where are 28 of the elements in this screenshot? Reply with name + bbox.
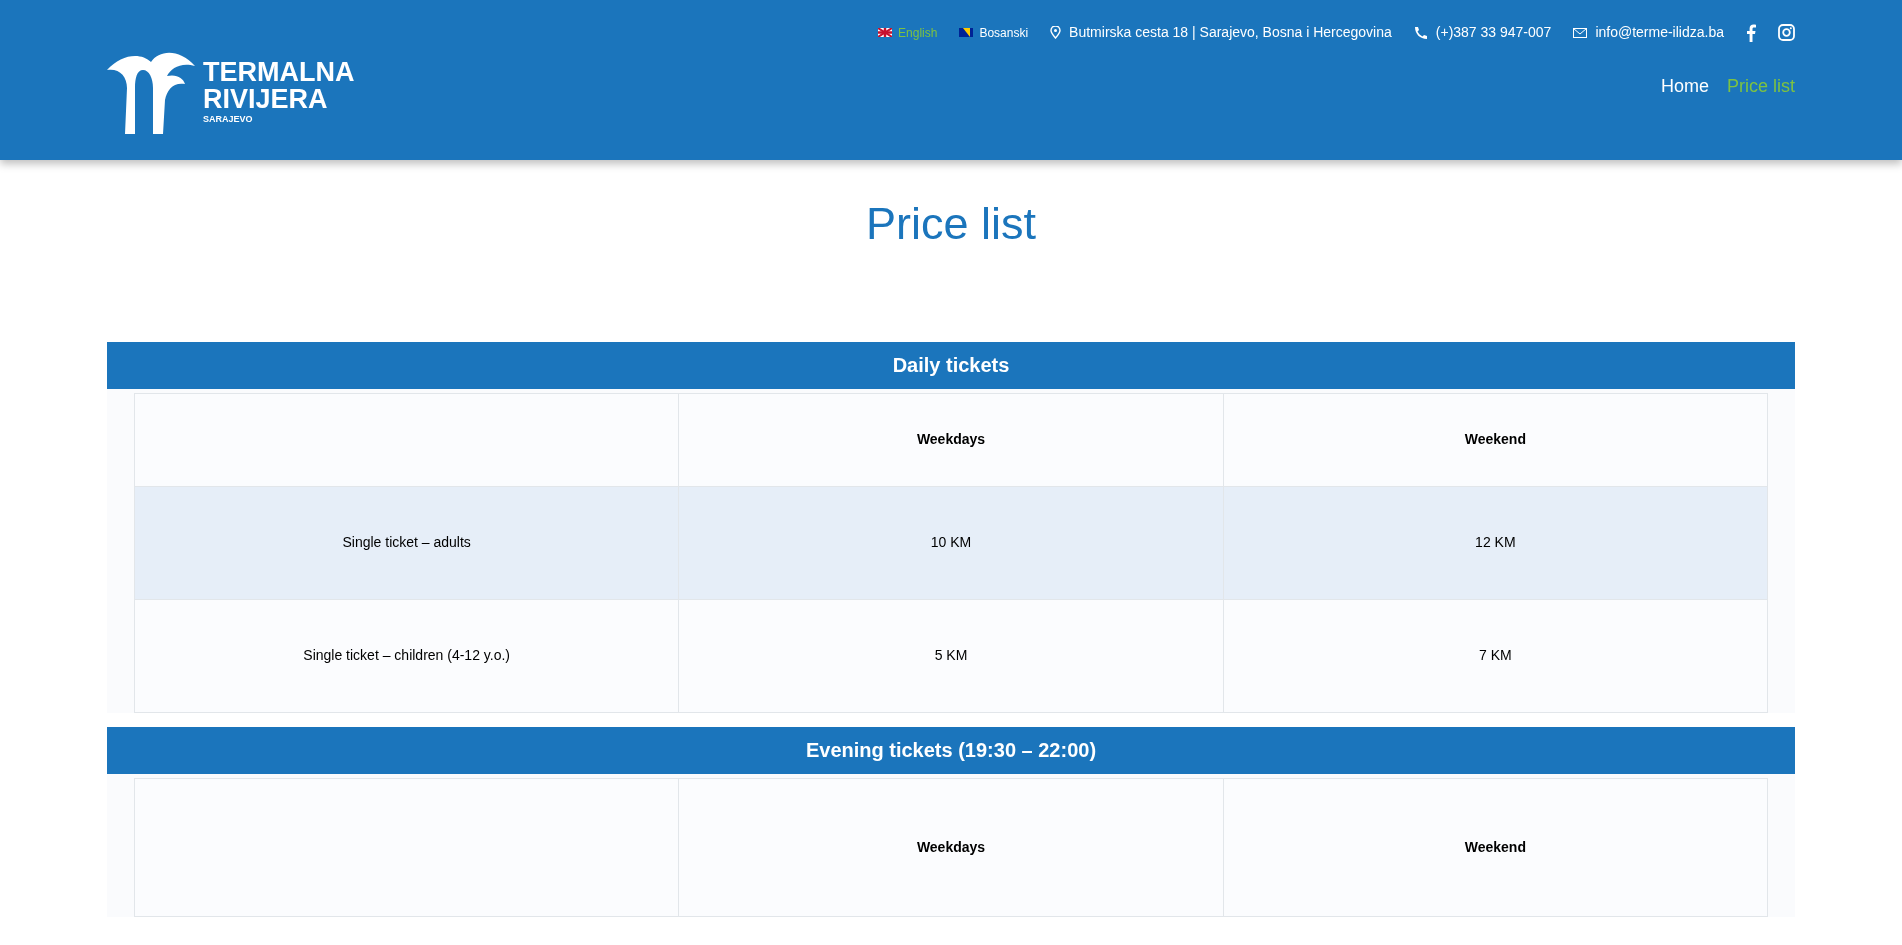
nav-link[interactable]: Home [1660,73,1709,100]
address-text: Butmirska cesta 18 | Sarajevo, Bosna i Hercegovina [1069,23,1392,42]
language-link[interactable]: Bosanski [959,23,1029,42]
flag-icon [959,28,974,37]
table-cell: 10 KM [678,486,1224,599]
column-header: Weekend [1223,778,1768,916]
table-cell: 7 KM [1223,599,1768,712]
table-cell: Single ticket – adults [134,486,679,599]
location-pin-icon [1050,26,1062,39]
logo-text: TERMALNA [203,58,355,86]
table-cell: 12 KM [1223,486,1768,599]
phone-icon [1413,25,1428,40]
column-header: Weekdays [678,778,1224,916]
phone-link[interactable]: (+)387 33 947-007 [1435,22,1552,43]
logo-text: SARAJEVO [203,114,254,124]
page-title: Price list [865,197,1037,251]
section-heading: Evening tickets (19:30 – 22:00) [107,726,1795,774]
envelope-icon [1573,27,1588,38]
facebook-icon[interactable] [1746,23,1756,42]
instagram-icon[interactable] [1778,24,1795,41]
email-link[interactable]: info@terme-ilidza.ba [1595,22,1724,43]
logo-text: RIVIJERA [203,85,329,113]
column-header: Weekdays [678,393,1224,486]
table-cell: 5 KM [678,599,1224,712]
flag-icon [878,28,893,37]
column-header: Weekend [1223,393,1768,486]
table-cell: Single ticket – children (4-12 y.o.) [134,599,679,712]
section-heading: Daily tickets [107,341,1795,389]
